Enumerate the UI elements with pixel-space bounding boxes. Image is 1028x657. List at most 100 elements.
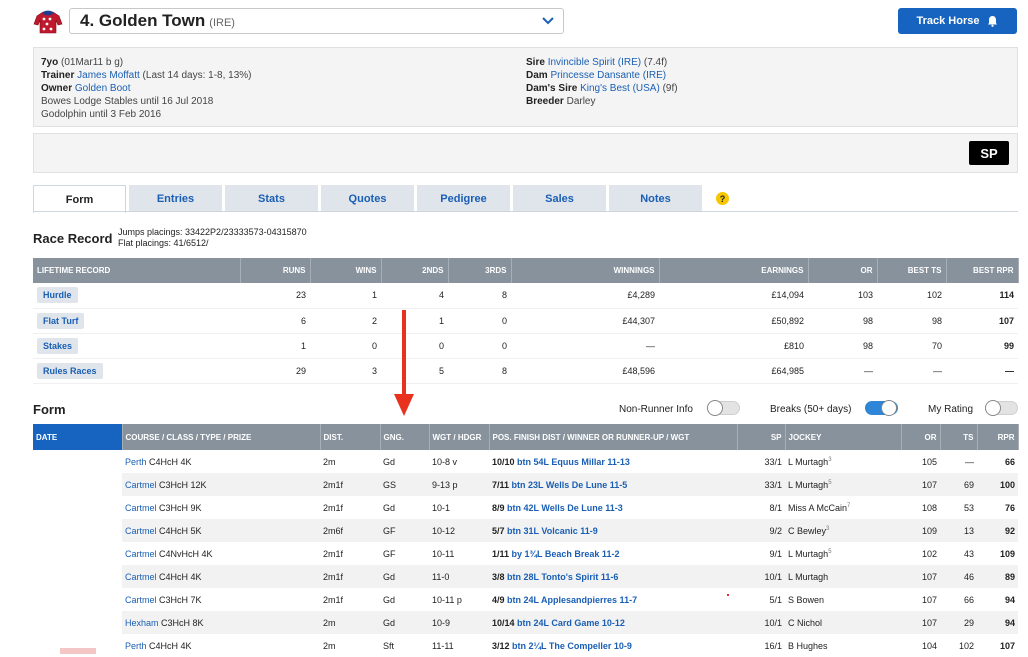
- race-record-cell: —: [511, 333, 659, 359]
- trainer-label: Trainer: [41, 70, 75, 81]
- col-best-rpr: BEST RPR: [946, 258, 1019, 283]
- race-detail: C4HcH 4K: [149, 456, 192, 467]
- jockey-name[interactable]: C Bewley: [788, 526, 826, 536]
- record-type-button[interactable]: Flat Turf: [37, 312, 85, 329]
- col-ts: TS: [940, 424, 978, 450]
- result-link[interactable]: btn 31L Volcanic 11-9: [507, 526, 598, 536]
- jockey-name[interactable]: Miss A McCain: [788, 503, 847, 513]
- result-link[interactable]: btn 24L Applesandpierres 11-7: [507, 595, 637, 605]
- course-link[interactable]: Cartmel: [125, 572, 157, 582]
- form-row[interactable]: Cartmel C4NvHcH 4K 2m1f GF 10-11 1/11 by 1¾L…: [33, 542, 1018, 565]
- result-link[interactable]: btn 54L Equus Millar 11-13: [517, 457, 630, 467]
- race-detail: C4NvHcH 4K: [159, 548, 213, 559]
- form-row[interactable]: Cartmel C3HcH 9K 2m1f Gd 10-1 8/9 btn 42L We…: [33, 496, 1018, 519]
- track-horse-button[interactable]: Track Horse: [898, 8, 1017, 34]
- going-cell: GF: [380, 519, 429, 542]
- result-link[interactable]: btn 2¼L The Compeller 10-9: [512, 641, 632, 651]
- jockey-name[interactable]: L Murtagh: [788, 480, 828, 490]
- race-record-row: Hurdle 23 1 4 8 £4,289 £14,094 103 102 114: [33, 283, 1018, 309]
- course-link[interactable]: Cartmel: [125, 549, 157, 559]
- dam-link[interactable]: Princesse Dansante: [550, 70, 640, 81]
- tab-bar: Form Entries Stats Quotes Pedigree Sales…: [33, 185, 705, 213]
- result-link[interactable]: btn 42L Wells De Lune 11-3: [507, 503, 623, 513]
- form-row[interactable]: Cartmel C4HcH 5K 2m6f GF 10-12 5/7 btn 31L V…: [33, 519, 1018, 542]
- course-link[interactable]: Perth: [125, 457, 147, 467]
- date-cell: [33, 588, 122, 611]
- record-type-button[interactable]: Rules Races: [37, 362, 103, 379]
- damsire-link[interactable]: King's Best: [580, 83, 630, 94]
- my-rating-toggle[interactable]: [985, 400, 1018, 416]
- form-row[interactable]: Perth C4HcH 4K 2m Gd 10-8 v 10/10 btn 54L Eq…: [33, 450, 1018, 473]
- race-detail: C3HcH 12K: [159, 479, 207, 490]
- jockey-name[interactable]: S Bowen: [788, 595, 824, 605]
- horse-name: 4. Golden Town (IRE): [80, 11, 235, 30]
- or-cell: 107: [901, 473, 940, 496]
- tab-pedigree[interactable]: Pedigree: [417, 185, 510, 212]
- dam-label: Dam: [526, 70, 548, 81]
- course-cell: Perth C4HcH 4K: [122, 450, 320, 473]
- col-or: OR: [901, 424, 941, 450]
- course-link[interactable]: Cartmel: [125, 595, 157, 605]
- result-link[interactable]: by 1¾L Beach Break 11-2: [512, 549, 620, 559]
- race-record-row: Flat Turf 6 2 1 0 £44,307 £50,892 98 98 107: [33, 308, 1018, 334]
- jockey-name[interactable]: L Murtagh: [788, 549, 828, 559]
- jockey-cell: L Murtagh5: [785, 473, 901, 496]
- course-cell: Cartmel C3HcH 7K: [122, 588, 320, 611]
- col-date[interactable]: DATE: [33, 424, 123, 450]
- result-link[interactable]: btn 28L Tonto's Spirit 11-6: [507, 572, 618, 582]
- race-record-cell: 0: [310, 333, 381, 359]
- trainer-stats: (Last 14 days: 1-8, 13%): [142, 70, 252, 81]
- jockey-name[interactable]: L Murtagh: [788, 572, 828, 582]
- horse-select-dropdown[interactable]: 4. Golden Town (IRE): [69, 8, 564, 34]
- rpr-cell: 94: [1004, 594, 1015, 605]
- sp-button[interactable]: SP: [969, 141, 1009, 165]
- jockey-name[interactable]: C Nichol: [788, 618, 822, 628]
- course-link[interactable]: Cartmel: [125, 526, 157, 536]
- race-detail: C4HcH 4K: [149, 640, 192, 651]
- non-runner-info-toggle[interactable]: [707, 400, 740, 416]
- race-record-cell: 2: [310, 308, 381, 334]
- course-link[interactable]: Hexham: [125, 618, 159, 628]
- tab-quotes[interactable]: Quotes: [321, 185, 414, 212]
- placings: Jumps placings: 33422P2/23333573-0431587…: [118, 227, 307, 249]
- tab-sales[interactable]: Sales: [513, 185, 606, 212]
- race-record-cell: £44,307: [511, 308, 659, 334]
- bell-icon: [988, 16, 998, 27]
- owner-link[interactable]: Golden Boot: [75, 83, 131, 94]
- col-wins: WINS: [310, 258, 382, 283]
- distance-cell: 2m: [323, 456, 336, 467]
- result-link[interactable]: btn 24L Card Game 10-12: [517, 618, 625, 628]
- tab-form[interactable]: Form: [33, 185, 126, 213]
- tab-stats[interactable]: Stats: [225, 185, 318, 212]
- form-row[interactable]: Hexham C3HcH 8K 2m Gd 10-9 10/14 btn 24L Car…: [33, 611, 1018, 634]
- tab-entries[interactable]: Entries: [129, 185, 222, 212]
- course-link[interactable]: Perth: [125, 641, 147, 651]
- race-record-cell: £810: [659, 333, 808, 359]
- distance-cell: 2m1f: [320, 565, 380, 588]
- result-link[interactable]: btn 23L Wells De Lune 11-5: [512, 480, 628, 490]
- breaks-toggle[interactable]: [865, 400, 898, 416]
- jockey-name[interactable]: B Hughes: [788, 641, 828, 651]
- trainer-link[interactable]: James Moffatt: [77, 70, 140, 81]
- course-link[interactable]: Cartmel: [125, 503, 157, 513]
- horse-details: 7yo (01Mar11 b g) Trainer James Moffatt …: [41, 56, 252, 121]
- col-dist: DIST.: [320, 424, 381, 450]
- course-cell: Cartmel C3HcH 12K: [122, 473, 320, 496]
- form-row[interactable]: Cartmel C3HcH 7K 2m1f Gd 10-11 p 4/9 btn 24L…: [33, 588, 1018, 611]
- tab-notes[interactable]: Notes: [609, 185, 702, 212]
- sire-link[interactable]: Invincible Spirit: [548, 57, 615, 68]
- form-row[interactable]: Cartmel C4HcH 4K 2m1f Gd 11-0 3/8 btn 28L To…: [33, 565, 1018, 588]
- finish-position: 3/12: [492, 640, 510, 651]
- rpr-cell: 66: [1004, 456, 1015, 467]
- non-runner-info-label: Non-Runner Info: [619, 404, 693, 415]
- record-type-button[interactable]: Hurdle: [37, 287, 78, 304]
- col-sp: SP: [737, 424, 786, 450]
- record-type-button[interactable]: Stakes: [37, 337, 79, 354]
- date-cell: [33, 542, 122, 565]
- pedigree-details: Sire Invincible Spirit (IRE) (7.4f) Dam …: [526, 56, 678, 108]
- course-link[interactable]: Cartmel: [125, 480, 157, 490]
- or-cell: 107: [921, 594, 937, 605]
- form-row[interactable]: Cartmel C3HcH 12K 2m1f GS 9-13 p 7/11 btn 23…: [33, 473, 1018, 496]
- jockey-name[interactable]: L Murtagh: [788, 457, 828, 467]
- help-icon[interactable]: ?: [716, 192, 729, 205]
